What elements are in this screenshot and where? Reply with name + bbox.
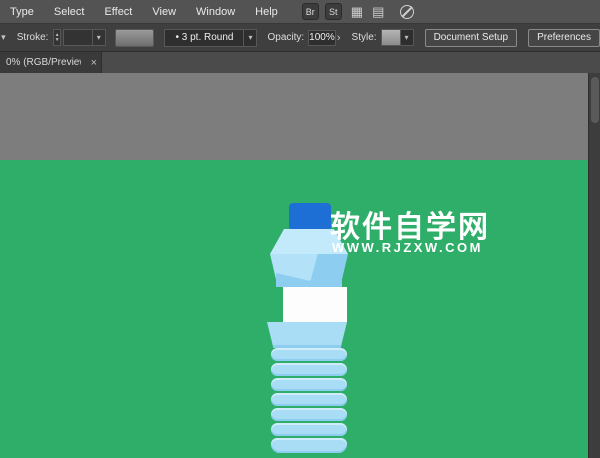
stroke-weight-value[interactable]: [63, 29, 93, 46]
opacity-input[interactable]: 100%: [308, 30, 336, 46]
graphic-style-dropdown[interactable]: ▾: [381, 29, 414, 46]
bottle-rib-shape[interactable]: [271, 363, 347, 376]
menu-type[interactable]: Type: [0, 0, 44, 24]
menu-effect[interactable]: Effect: [94, 0, 142, 24]
stroke-weight-stepper[interactable]: ▲▼: [53, 29, 60, 46]
document-setup-button[interactable]: Document Setup: [425, 29, 518, 47]
brushes-badge[interactable]: Br: [302, 3, 319, 20]
watermark-site-url: WWW.RJZXW.COM: [332, 240, 483, 255]
opacity-panel-arrow-icon[interactable]: ›: [336, 32, 342, 44]
circle-slash-icon[interactable]: [400, 5, 414, 19]
menu-view[interactable]: View: [142, 0, 186, 24]
illustrator-window: Type Select Effect View Window Help Br S…: [0, 0, 600, 458]
style-dropdown-chevron-icon[interactable]: ▾: [401, 29, 414, 46]
toolbar-collapse-chevron-icon[interactable]: ▾: [0, 32, 7, 43]
menu-select[interactable]: Select: [44, 0, 95, 24]
menu-help[interactable]: Help: [245, 0, 288, 24]
bottle-rib-shape[interactable]: [271, 393, 347, 406]
menu-window[interactable]: Window: [186, 0, 245, 24]
bottle-label-shape[interactable]: [283, 287, 347, 322]
canvas-area[interactable]: 软件自学网 WWW.RJZXW.COM: [0, 73, 600, 458]
stroke-dropdown-chevron-icon[interactable]: ▾: [93, 29, 106, 46]
bottle-upper-rib-shape[interactable]: [267, 322, 347, 348]
bottle-rib-shape[interactable]: [271, 348, 347, 361]
brush-definition-value[interactable]: • 3 pt. Round: [164, 29, 244, 47]
artboard[interactable]: 软件自学网 WWW.RJZXW.COM: [0, 160, 588, 458]
graphic-style-swatch[interactable]: [381, 29, 401, 46]
style-label: Style:: [352, 32, 377, 43]
brush-dropdown-chevron-icon[interactable]: ▾: [244, 29, 257, 47]
tab-close-icon[interactable]: ×: [87, 57, 101, 69]
bottle-cap-shape[interactable]: [289, 203, 331, 229]
stepper-down-icon[interactable]: ▼: [55, 38, 60, 43]
variable-width-dropdown[interactable]: [115, 29, 155, 47]
brush-definition-dropdown[interactable]: • 3 pt. Round ▾: [164, 29, 257, 47]
document-tab-bar: 0% (RGB/Preview) ×: [0, 52, 600, 73]
bottle-rib-shape[interactable]: [271, 408, 347, 421]
bottle-rib-shape[interactable]: [271, 378, 347, 391]
stroke-weight-dropdown[interactable]: ▾: [63, 29, 106, 46]
document-tab[interactable]: 0% (RGB/Preview) ×: [0, 52, 102, 73]
opacity-label: Opacity:: [267, 32, 304, 43]
panel-columns-icon[interactable]: ▤: [372, 0, 384, 24]
vertical-scrollbar[interactable]: [588, 73, 600, 458]
panel-grid-icon[interactable]: ▦: [351, 0, 363, 24]
menu-bar: Type Select Effect View Window Help Br S…: [0, 0, 600, 24]
styles-badge[interactable]: St: [325, 3, 342, 20]
stroke-label: Stroke:: [17, 32, 49, 43]
bottle-rib-shape[interactable]: [271, 423, 347, 436]
vertical-scrollbar-thumb[interactable]: [591, 77, 599, 123]
bottle-bottom-shape[interactable]: [271, 438, 347, 453]
preferences-button[interactable]: Preferences: [528, 29, 600, 47]
document-tab-title: 0% (RGB/Preview): [0, 57, 81, 68]
control-toolbar: ▾ Stroke: ▲▼ ▾ • 3 pt. Round ▾ Opacity: …: [0, 24, 600, 52]
